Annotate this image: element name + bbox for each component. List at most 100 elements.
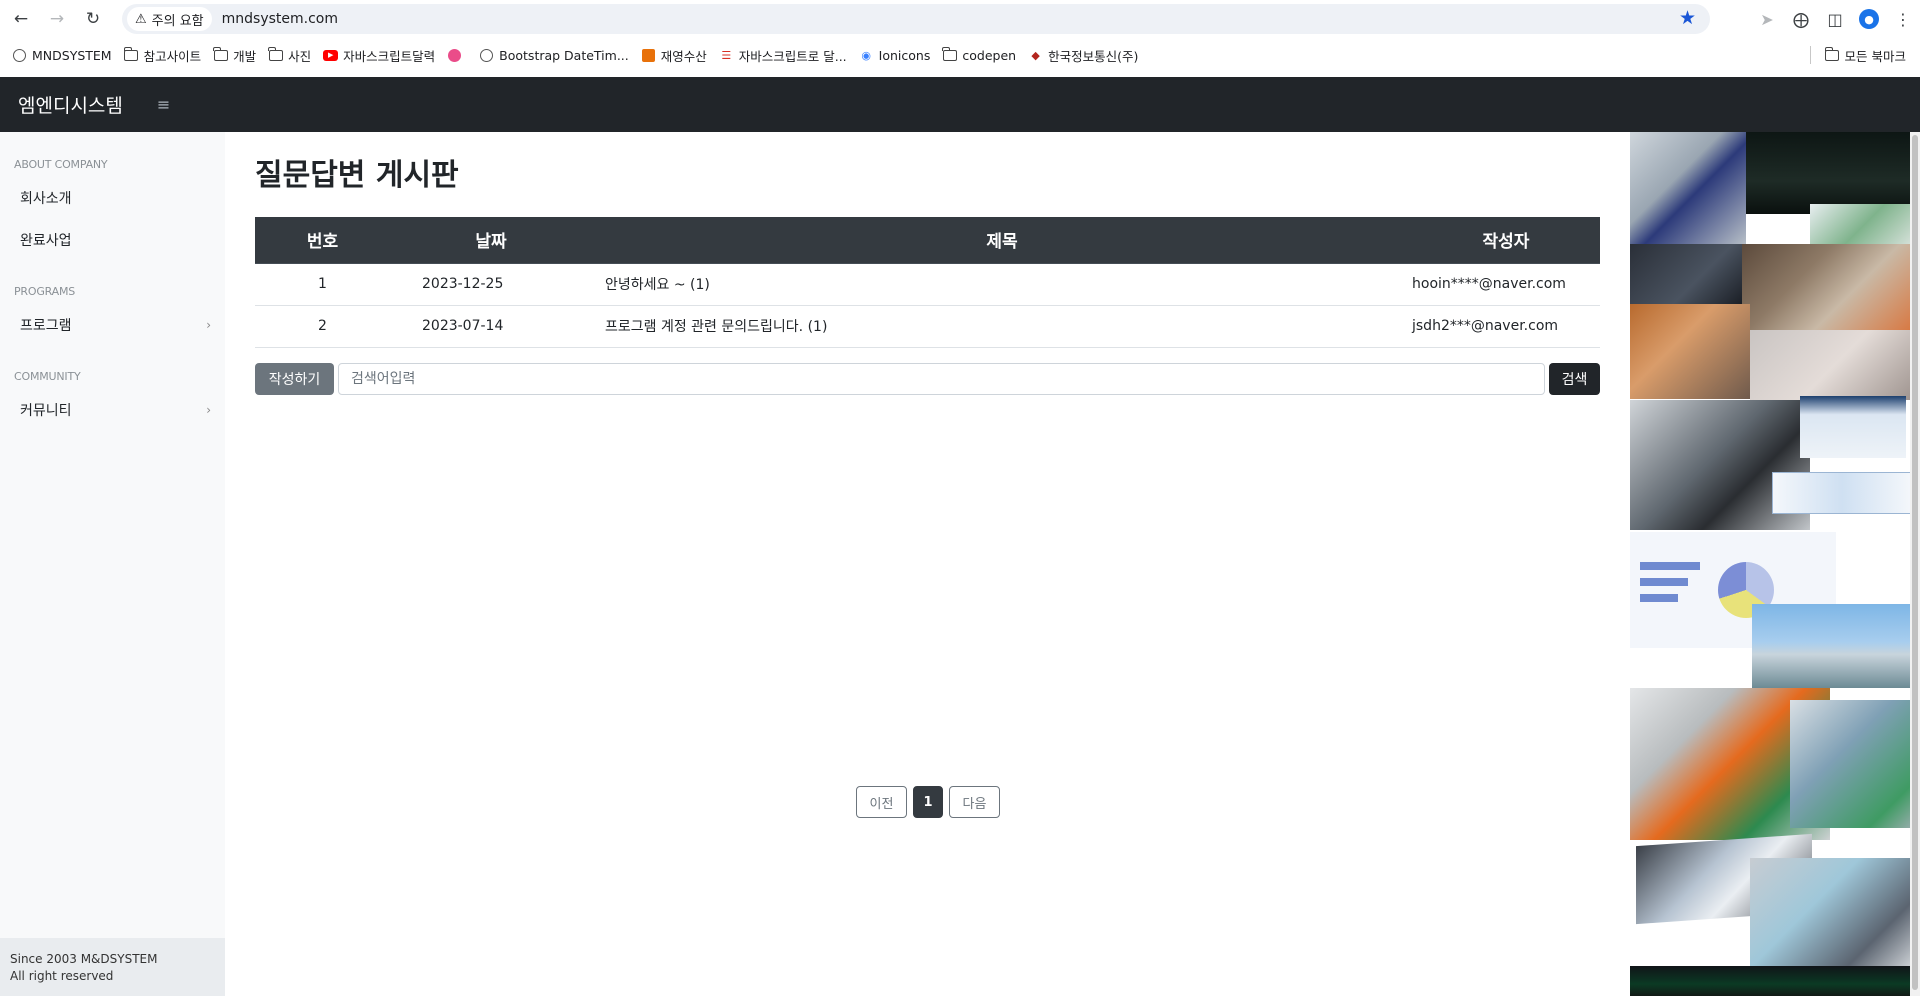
row-title-link[interactable]: 프로그램 계정 관련 문의드립니다. (1) bbox=[592, 305, 1412, 348]
bookmark-dribbble[interactable] bbox=[447, 48, 467, 62]
search-bar: 작성하기 검색 bbox=[255, 363, 1600, 395]
security-label: 주의 요함 bbox=[151, 13, 204, 29]
photo-monitoring-dashboard bbox=[1630, 966, 1920, 996]
bookmark-kict[interactable]: ◆ 한국정보통신(주) bbox=[1028, 46, 1138, 65]
folder-icon bbox=[1824, 46, 1840, 62]
folder-icon bbox=[942, 46, 957, 62]
sidebar: ABOUT COMPANY 회사소개 완료사업 PROGRAMS 프로그램 › … bbox=[0, 132, 225, 996]
back-arrow-icon[interactable]: ← bbox=[6, 4, 36, 34]
sidebar-item-community[interactable]: 커뮤니티 › bbox=[0, 389, 225, 431]
warning-icon: ⚠ bbox=[135, 11, 147, 27]
column-header-title: 제목 bbox=[592, 217, 1412, 264]
row-no: 1 bbox=[255, 263, 390, 306]
url-text[interactable]: mndsystem.com bbox=[222, 11, 338, 27]
page-1-button[interactable]: 1 bbox=[913, 786, 943, 818]
photo-software-ui bbox=[1772, 472, 1912, 514]
main-content: 질문답변 게시판 번호 날짜 제목 작성자 1 2023-12-25 안녕하세요… bbox=[225, 132, 1630, 996]
photo-factory-floor bbox=[1790, 700, 1920, 828]
bookmark-dev[interactable]: 개발 bbox=[213, 46, 256, 65]
folder-icon bbox=[123, 46, 139, 62]
site-icon bbox=[641, 48, 656, 62]
table-header-row: 번호 날짜 제목 작성자 bbox=[255, 217, 1600, 264]
row-date: 2023-12-25 bbox=[390, 263, 592, 306]
globe-icon bbox=[479, 48, 494, 62]
site-icon: ☰ bbox=[721, 48, 732, 62]
photo-collage bbox=[1630, 132, 1920, 996]
pagination: 이전 1 다음 bbox=[856, 786, 1006, 818]
bookmark-bootstrap-datetime[interactable]: Bootstrap DateTim... bbox=[479, 48, 629, 63]
column-header-date: 날짜 bbox=[390, 217, 592, 264]
photo-production-line bbox=[1630, 304, 1750, 399]
footer-since: Since 2003 M&DSYSTEM bbox=[10, 952, 158, 966]
more-menu-icon[interactable]: ⋮ bbox=[1886, 4, 1920, 34]
profile-icon: ● bbox=[1859, 9, 1879, 29]
footer-rights: All right reserved bbox=[10, 969, 114, 983]
globe-icon bbox=[12, 48, 27, 62]
chevron-right-icon: › bbox=[206, 403, 211, 417]
bookmark-js-calendar-2[interactable]: ☰ 자바스크립트로 달... bbox=[719, 46, 846, 65]
side-panel-icon[interactable]: ◫ bbox=[1818, 4, 1852, 34]
security-chip[interactable]: ⚠ 주의 요함 bbox=[127, 7, 212, 31]
bookmark-codepen[interactable]: codepen bbox=[942, 46, 1016, 63]
ionicons-icon: ◉ bbox=[861, 48, 871, 62]
photo-workers bbox=[1750, 330, 1920, 400]
row-author: hooin****@naver.com bbox=[1412, 263, 1600, 306]
bookmark-js-calendar[interactable]: ▶ 자바스크립트달력 bbox=[323, 46, 435, 65]
scrollbar-thumb[interactable] bbox=[1912, 135, 1918, 990]
forward-arrow-icon[interactable]: → bbox=[42, 4, 72, 34]
address-bar[interactable]: ⚠ 주의 요함 mndsystem.com ★ bbox=[122, 4, 1710, 34]
photo-factory-monitor bbox=[1630, 132, 1746, 246]
youtube-icon: ▶ bbox=[323, 49, 339, 62]
folder-icon bbox=[268, 46, 283, 62]
sidebar-heading-about: ABOUT COMPANY bbox=[14, 158, 108, 171]
cursor-icon[interactable]: ➤ bbox=[1750, 4, 1784, 34]
photo-cleanroom-worker bbox=[1750, 858, 1916, 966]
column-header-author: 작성자 bbox=[1412, 217, 1600, 264]
sidebar-item-completed-projects[interactable]: 완료사업 bbox=[0, 219, 225, 261]
all-bookmarks[interactable]: 모든 북마크 bbox=[1824, 46, 1906, 65]
column-header-no: 번호 bbox=[255, 217, 390, 264]
dribbble-icon bbox=[447, 48, 462, 62]
search-input[interactable] bbox=[338, 363, 1545, 395]
table-row[interactable]: 2 2023-07-14 프로그램 계정 관련 문의드립니다. (1) jsdh… bbox=[255, 305, 1600, 348]
bookmark-separator bbox=[1809, 46, 1811, 64]
bookmark-jaeyoung[interactable]: 재영수산 bbox=[641, 46, 707, 65]
bookmarks-bar: MNDSYSTEM 참고사이트 개발 사진 ▶ 자바스크립트달력 Bootstra… bbox=[0, 38, 1920, 72]
photo-control-panel bbox=[1630, 244, 1742, 304]
profile-avatar[interactable]: ● bbox=[1852, 4, 1886, 34]
photo-company-building bbox=[1752, 604, 1910, 688]
sidebar-item-company[interactable]: 회사소개 bbox=[0, 177, 225, 219]
extensions-icon[interactable]: ⨁ bbox=[1784, 4, 1818, 34]
bookmark-ionicons[interactable]: ◉ Ionicons bbox=[859, 48, 930, 63]
row-date: 2023-07-14 bbox=[390, 305, 592, 348]
hamburger-icon[interactable]: ≡ bbox=[157, 95, 170, 114]
site-icon: ◆ bbox=[1031, 48, 1040, 62]
sidebar-item-programs[interactable]: 프로그램 › bbox=[0, 304, 225, 346]
bookmark-star-icon[interactable]: ★ bbox=[1679, 7, 1696, 29]
sidebar-heading-programs: PROGRAMS bbox=[14, 285, 76, 298]
search-button[interactable]: 검색 bbox=[1549, 363, 1600, 395]
row-author: jsdh2***@naver.com bbox=[1412, 305, 1600, 348]
photo-dashboard-screen bbox=[1746, 132, 1920, 214]
photo-lab-bench bbox=[1742, 244, 1920, 330]
bookmark-reference-sites[interactable]: 참고사이트 bbox=[123, 46, 201, 65]
bookmark-mndsystem[interactable]: MNDSYSTEM bbox=[12, 48, 112, 63]
write-button[interactable]: 작성하기 bbox=[255, 363, 334, 395]
next-page-button[interactable]: 다음 bbox=[949, 786, 1000, 818]
table-row[interactable]: 1 2023-12-25 안녕하세요 ~ (1) hooin****@naver… bbox=[255, 263, 1600, 306]
photo-shopfloor-sign bbox=[1810, 204, 1920, 244]
reload-icon[interactable]: ↻ bbox=[78, 4, 108, 34]
photo-monitor-screen bbox=[1800, 396, 1906, 458]
sidebar-heading-community: COMMUNITY bbox=[14, 370, 81, 383]
folder-icon bbox=[213, 46, 228, 62]
qa-board-table: 번호 날짜 제목 작성자 1 2023-12-25 안녕하세요 ~ (1) ho… bbox=[255, 217, 1600, 348]
prev-page-button[interactable]: 이전 bbox=[856, 786, 907, 818]
page-title: 질문답변 게시판 bbox=[255, 158, 459, 193]
row-no: 2 bbox=[255, 305, 390, 348]
sidebar-footer: Since 2003 M&DSYSTEM All right reserved bbox=[0, 938, 225, 996]
chevron-right-icon: › bbox=[206, 318, 211, 332]
browser-toolbar: ← → ↻ ⚠ 주의 요함 mndsystem.com ★ ➤ ⨁ ◫ ● ⋮ bbox=[0, 0, 1920, 38]
row-title-link[interactable]: 안녕하세요 ~ (1) bbox=[592, 263, 1412, 306]
brand-logo[interactable]: 엠엔디시스템 bbox=[18, 91, 123, 118]
bookmark-photos[interactable]: 사진 bbox=[268, 46, 311, 65]
